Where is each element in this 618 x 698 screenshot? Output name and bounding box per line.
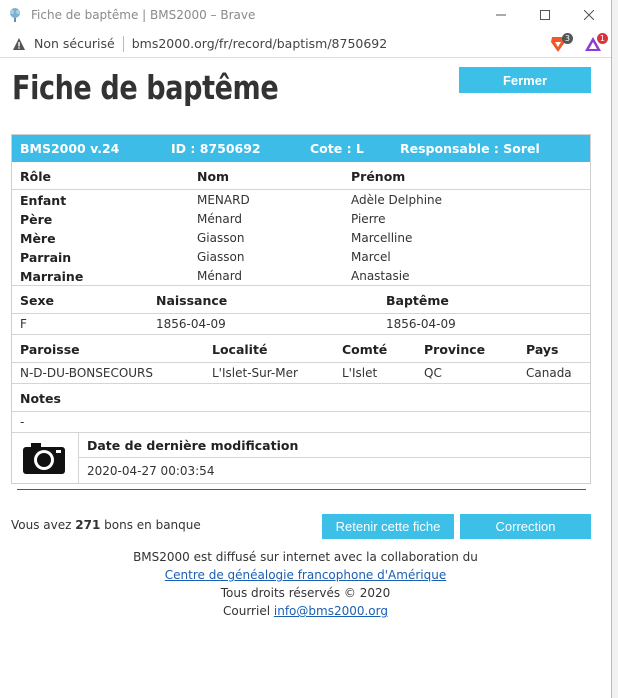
prenom-mere: Marcelline xyxy=(351,231,413,245)
email-link[interactable]: info@bms2000.org xyxy=(274,604,388,618)
record-card: BMS2000 v.24 ID : 8750692 Cote : L Respo… xyxy=(11,134,591,484)
sexe-value: F xyxy=(20,317,27,331)
pays-value: Canada xyxy=(526,366,572,380)
bank-count: 271 xyxy=(75,518,101,532)
col-pays: Pays xyxy=(526,342,559,357)
url-field[interactable]: bms2000.org/fr/record/baptism/8750692 xyxy=(132,36,388,51)
app-tree-icon xyxy=(10,8,20,22)
col-paroisse: Paroisse xyxy=(20,342,80,357)
people-rows: Enfant MENARD Adèle Delphine Père Ménard… xyxy=(12,190,590,286)
footer-line-1: BMS2000 est diffusé sur internet avec la… xyxy=(133,550,478,564)
browser-window: Fiche de baptême | BMS2000 – Brave Non s… xyxy=(0,0,612,698)
role-enfant: Enfant xyxy=(20,193,67,208)
role-parrain: Parrain xyxy=(20,250,72,265)
correction-button[interactable]: Correction xyxy=(460,514,591,539)
background-strip xyxy=(612,0,618,698)
address-bar: Non sécurisé bms2000.org/fr/record/bapti… xyxy=(0,30,611,58)
notes-header: Notes xyxy=(20,391,61,406)
cgfa-link[interactable]: Centre de généalogie francophone d'Améri… xyxy=(165,568,446,582)
col-role: Rôle xyxy=(20,169,51,184)
close-icon xyxy=(584,10,594,20)
col-localite: Localité xyxy=(212,342,268,357)
footer-line-2: Centre de généalogie francophone d'Améri… xyxy=(0,568,611,582)
notes-value: - xyxy=(20,415,25,429)
role-pere: Père xyxy=(20,212,53,227)
naissance-value: 1856-04-09 xyxy=(156,317,226,331)
modification-row: Date de dernière modification 2020-04-27… xyxy=(12,433,590,483)
record-header: BMS2000 v.24 ID : 8750692 Cote : L Respo… xyxy=(12,135,590,162)
security-status[interactable]: Non sécurisé xyxy=(34,36,115,51)
bapteme-value: 1856-04-09 xyxy=(386,317,456,331)
maximize-icon xyxy=(540,10,550,20)
col-nom: Nom xyxy=(197,169,230,184)
col-prenom: Prénom xyxy=(351,169,406,184)
dates-header-row: Sexe Naissance Baptême xyxy=(12,286,590,314)
prenom-parrain: Marcel xyxy=(351,250,391,264)
camera-icon xyxy=(23,443,65,474)
prenom-pere: Pierre xyxy=(351,212,386,226)
modification-divider xyxy=(78,433,79,483)
role-mere: Mère xyxy=(20,231,56,246)
brave-rewards-button[interactable]: 1 xyxy=(584,33,608,55)
notes-value-row: - xyxy=(12,412,590,433)
address-separator xyxy=(122,35,124,52)
col-naissance: Naissance xyxy=(156,293,228,308)
col-sexe: Sexe xyxy=(20,293,55,308)
window-title: Fiche de baptême | BMS2000 – Brave xyxy=(31,8,256,22)
record-version: BMS2000 v.24 xyxy=(20,141,120,156)
bank-suffix: bons en banque xyxy=(104,518,201,532)
col-province: Province xyxy=(424,342,486,357)
prenom-marraine: Anastasie xyxy=(351,269,410,283)
record-cote: Cote : L xyxy=(310,141,364,156)
nom-parrain: Giasson xyxy=(197,250,245,264)
minimize-icon xyxy=(496,14,506,16)
bank-balance: Vous avez 271 bons en banque xyxy=(11,518,201,532)
place-value-row: N-D-DU-BONSECOURS L'Islet-Sur-Mer L'Isle… xyxy=(12,363,590,384)
modification-header: Date de dernière modification xyxy=(87,438,299,453)
col-bapteme: Baptême xyxy=(386,293,449,308)
nom-pere: Ménard xyxy=(197,212,243,226)
place-header-row: Paroisse Localité Comté Province Pays xyxy=(12,335,590,363)
province-value: QC xyxy=(424,366,442,380)
close-record-button[interactable]: Fermer xyxy=(459,67,591,93)
email-prefix: Courriel xyxy=(223,604,271,618)
minimize-button[interactable] xyxy=(479,0,523,30)
card-underline xyxy=(17,489,586,490)
footer-line-3: Tous droits réservés © 2020 xyxy=(220,586,391,600)
paroisse-value: N-D-DU-BONSECOURS xyxy=(20,366,154,380)
nom-enfant: MENARD xyxy=(197,193,250,207)
record-responsable: Responsable : Sorel xyxy=(400,141,540,156)
shield-count-badge: 3 xyxy=(561,33,573,44)
page-title: Fiche de baptême xyxy=(12,68,279,107)
title-bar: Fiche de baptême | BMS2000 – Brave xyxy=(0,0,611,30)
keep-record-button[interactable]: Retenir cette fiche xyxy=(322,514,454,539)
warning-icon xyxy=(13,37,25,50)
bank-prefix: Vous avez xyxy=(11,518,72,532)
col-comte: Comté xyxy=(342,342,388,357)
maximize-button[interactable] xyxy=(523,0,567,30)
comte-value: L'Islet xyxy=(342,366,378,380)
brave-shield-button[interactable]: 3 xyxy=(549,33,573,55)
localite-value: L'Islet-Sur-Mer xyxy=(212,366,298,380)
rewards-count-badge: 1 xyxy=(596,33,608,44)
role-marraine: Marraine xyxy=(20,269,84,284)
people-header-row: Rôle Nom Prénom xyxy=(12,162,590,190)
modification-inner-line xyxy=(78,457,590,458)
dates-value-row: F 1856-04-09 1856-04-09 xyxy=(12,314,590,335)
nom-mere: Giasson xyxy=(197,231,245,245)
footer-line-4: Courriel info@bms2000.org xyxy=(0,604,611,618)
modification-value: 2020-04-27 00:03:54 xyxy=(87,464,215,478)
nom-marraine: Ménard xyxy=(197,269,243,283)
notes-header-row: Notes xyxy=(12,384,590,412)
record-id: ID : 8750692 xyxy=(171,141,261,156)
prenom-enfant: Adèle Delphine xyxy=(351,193,443,207)
close-window-button[interactable] xyxy=(567,0,611,30)
